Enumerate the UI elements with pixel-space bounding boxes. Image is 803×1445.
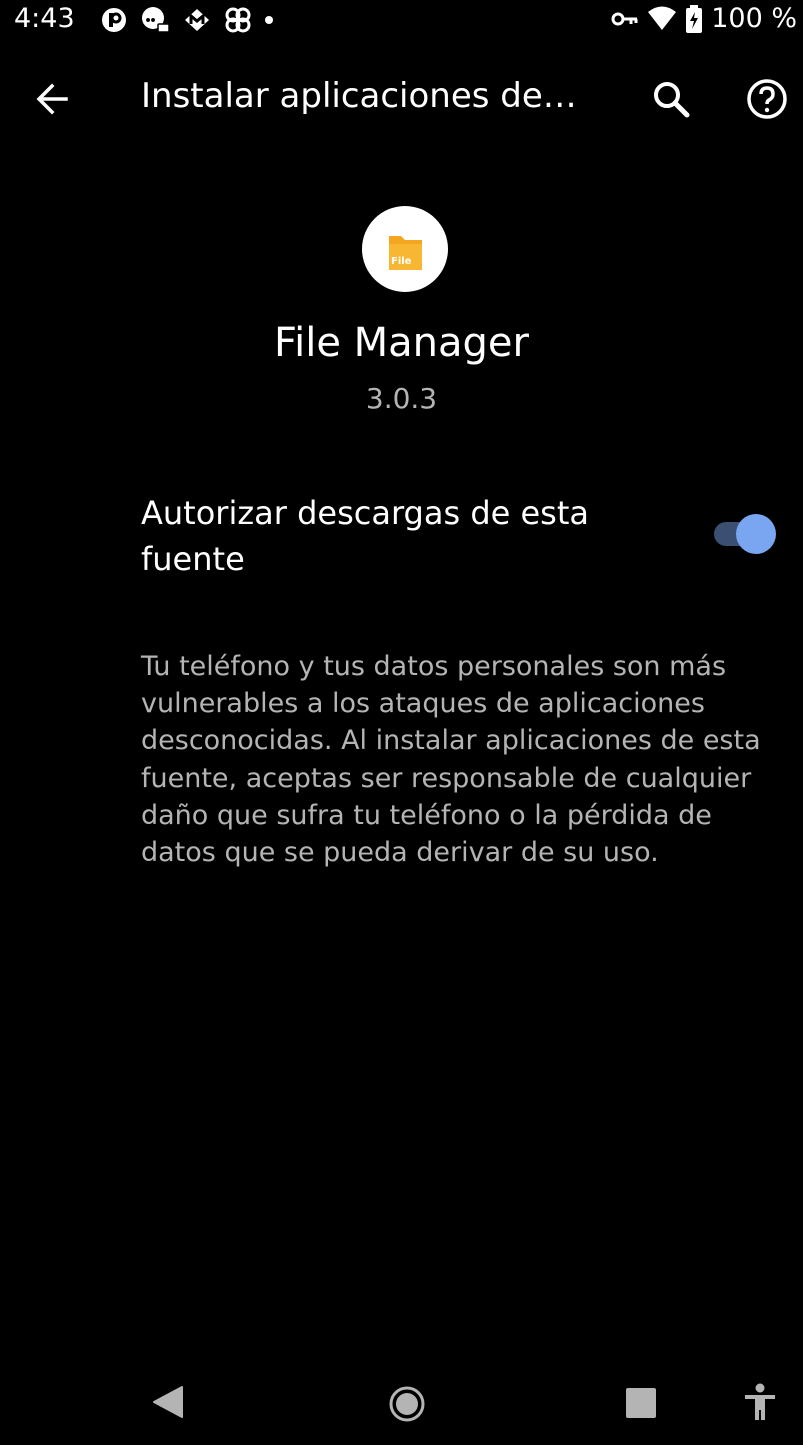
security-warning: Tu teléfono y tus datos personales son m… bbox=[141, 651, 761, 869]
file-icon-text: File bbox=[391, 256, 412, 267]
nav-home-icon bbox=[389, 1386, 425, 1422]
nav-recents-icon bbox=[626, 1388, 656, 1418]
app-bar: Instalar aplicaciones de… bbox=[0, 56, 803, 142]
search-button[interactable] bbox=[648, 76, 694, 122]
arrow-back-icon bbox=[36, 83, 68, 115]
help-icon bbox=[747, 79, 787, 119]
nav-back-icon bbox=[153, 1386, 183, 1418]
allow-source-setting[interactable]: Autorizar descargas de esta fuente bbox=[0, 480, 803, 590]
app-name: File Manager bbox=[274, 320, 529, 366]
status-right: 100 % bbox=[611, 3, 797, 34]
file-folder-icon: File bbox=[389, 236, 422, 270]
accessibility-icon bbox=[745, 1383, 775, 1420]
switch-thumb bbox=[736, 514, 776, 554]
nav-back-button[interactable] bbox=[148, 1382, 188, 1422]
m-app-icon bbox=[185, 9, 209, 31]
notification-icons bbox=[100, 6, 274, 34]
wifi-icon bbox=[648, 6, 677, 30]
nav-home-button[interactable] bbox=[385, 1382, 429, 1426]
allow-source-switch[interactable] bbox=[712, 514, 778, 554]
dot-icon bbox=[265, 16, 273, 24]
nav-recents-button[interactable] bbox=[622, 1384, 660, 1422]
status-time: 4:43 bbox=[14, 3, 75, 34]
pinwheel-icon bbox=[225, 7, 251, 33]
chat-bubble-icon bbox=[142, 7, 170, 33]
app-icon: File bbox=[362, 206, 448, 292]
search-icon bbox=[654, 82, 690, 118]
page-title: Instalar aplicaciones de… bbox=[141, 76, 577, 116]
p-app-icon bbox=[102, 8, 126, 32]
app-version: 3.0.3 bbox=[365, 382, 438, 415]
help-button[interactable] bbox=[744, 76, 790, 122]
back-button[interactable] bbox=[28, 76, 78, 122]
status-bar: 4:43 100 % bbox=[0, 0, 803, 44]
vpn-key-icon bbox=[611, 12, 638, 25]
accessibility-button[interactable] bbox=[740, 1382, 780, 1424]
navigation-bar bbox=[0, 1360, 803, 1445]
battery-icon bbox=[686, 4, 703, 33]
battery-percentage: 100 % bbox=[711, 3, 797, 34]
allow-source-label: Autorizar descargas de esta fuente bbox=[141, 494, 589, 578]
